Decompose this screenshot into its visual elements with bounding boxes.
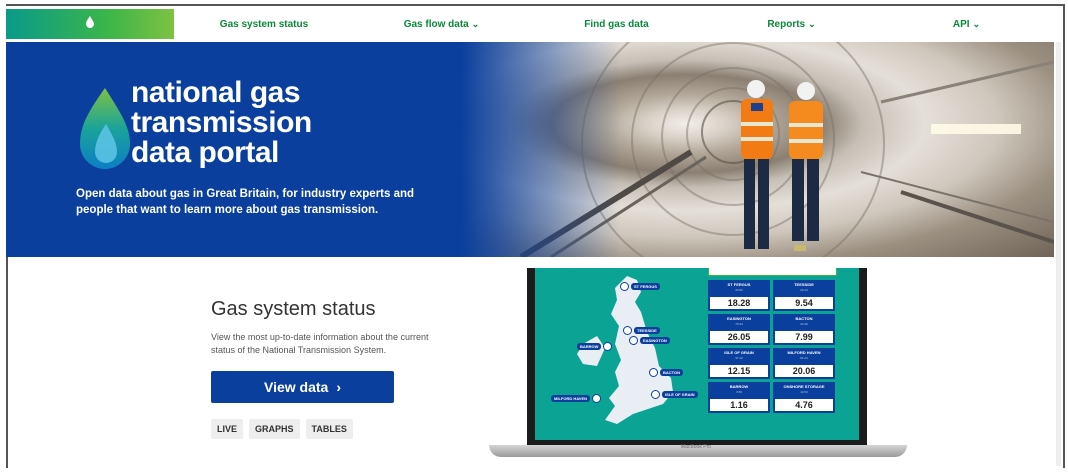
terminal-subvalue: 33.82 xyxy=(735,288,743,292)
terminal-card: ST FERGUS 33.82 18.28 xyxy=(708,280,770,311)
top-navigation: Gas system status Gas flow data ⌄ Find gas … xyxy=(6,6,1054,42)
terminal-name: BARROW xyxy=(729,384,749,389)
terminal-value: 1.16 xyxy=(710,399,768,411)
terminal-subvalue: 79.34 xyxy=(735,322,743,326)
terminal-name: ST FERGUS xyxy=(727,282,751,287)
nav-item-api[interactable]: API ⌄ xyxy=(879,19,1054,30)
terminal-flow-cards: ST FERGUS 33.82 18.28 TEESSIDE 29.13 9.54 EASI… xyxy=(708,280,835,413)
section-title: Gas system status xyxy=(211,298,376,320)
terminal-card: BACTON 24.40 7.99 xyxy=(773,314,835,345)
national-gas-logo-icon xyxy=(80,88,130,169)
terminal-value: 26.05 xyxy=(710,331,768,343)
data-format-tags: LIVE GRAPHS TABLES xyxy=(211,419,353,439)
terminal-value: 20.06 xyxy=(775,365,833,377)
terminal-name: ISLE OF GRAIN xyxy=(724,350,754,355)
terminal-name: MILFORD HAVEN xyxy=(787,350,821,355)
terminal-card: ISLE OF GRAIN 37.12 12.15 xyxy=(708,348,770,379)
view-data-button[interactable]: View data › xyxy=(211,371,394,403)
terminal-name: TEESSIDE xyxy=(794,282,814,287)
terminal-subvalue: 3.56 xyxy=(736,390,742,394)
uk-map-icon xyxy=(577,276,673,424)
scrollbar[interactable] xyxy=(1056,42,1061,466)
terminal-value: 7.99 xyxy=(775,331,833,343)
terminal-subvalue: 29.13 xyxy=(800,288,808,292)
chevron-down-icon: ⌄ xyxy=(471,18,480,29)
chevron-right-icon: › xyxy=(336,379,341,395)
terminal-name: EASINGTON xyxy=(727,316,751,321)
home-logo[interactable] xyxy=(6,9,174,39)
terminal-card: MILFORD HAVEN 61.24 20.06 xyxy=(773,348,835,379)
nav-item-gas-flow-data[interactable]: Gas flow data ⌄ xyxy=(354,19,529,30)
hero-banner: national gas transmission data portal Op… xyxy=(6,42,1054,257)
hero-tagline: Open data about gas in Great Britain, fo… xyxy=(76,188,415,216)
chevron-down-icon: ⌄ xyxy=(972,18,981,29)
terminal-card: TEESSIDE 29.13 9.54 xyxy=(773,280,835,311)
terminal-card: EASINGTON 79.34 26.05 xyxy=(708,314,770,345)
terminal-value: 9.54 xyxy=(775,297,833,309)
tag-graphs[interactable]: GRAPHS xyxy=(249,419,300,439)
nav-item-gas-system-status[interactable]: Gas system status xyxy=(174,19,354,30)
terminal-card: ONSHORE STORAGE 14.53 4.76 xyxy=(773,382,835,413)
terminal-name: BACTON xyxy=(795,316,813,321)
tag-tables[interactable]: TABLES xyxy=(305,419,353,439)
flame-icon xyxy=(85,15,95,33)
terminal-subvalue: 14.53 xyxy=(800,390,808,394)
terminal-value: 4.76 xyxy=(775,399,833,411)
nav-item-find-gas-data[interactable]: Find gas data xyxy=(529,19,704,30)
terminal-subvalue: 24.40 xyxy=(800,322,808,326)
chevron-down-icon: ⌄ xyxy=(808,18,816,29)
laptop-model-label: MacBook Pro xyxy=(681,444,712,450)
portal-brand-title: national gas transmission data portal xyxy=(131,76,312,169)
terminal-value: 12.15 xyxy=(710,365,768,377)
terminal-name: ONSHORE STORAGE xyxy=(783,384,825,389)
terminal-card: BARROW 3.56 1.16 xyxy=(708,382,770,413)
nav-item-reports[interactable]: Reports ⌄ xyxy=(704,19,879,30)
tag-live[interactable]: LIVE xyxy=(211,419,244,439)
section-description: View the most up-to-date information abo… xyxy=(211,332,429,355)
terminal-value: 18.28 xyxy=(710,297,768,309)
terminal-subvalue: 37.12 xyxy=(735,356,743,360)
terminal-subvalue: 61.24 xyxy=(800,356,808,360)
